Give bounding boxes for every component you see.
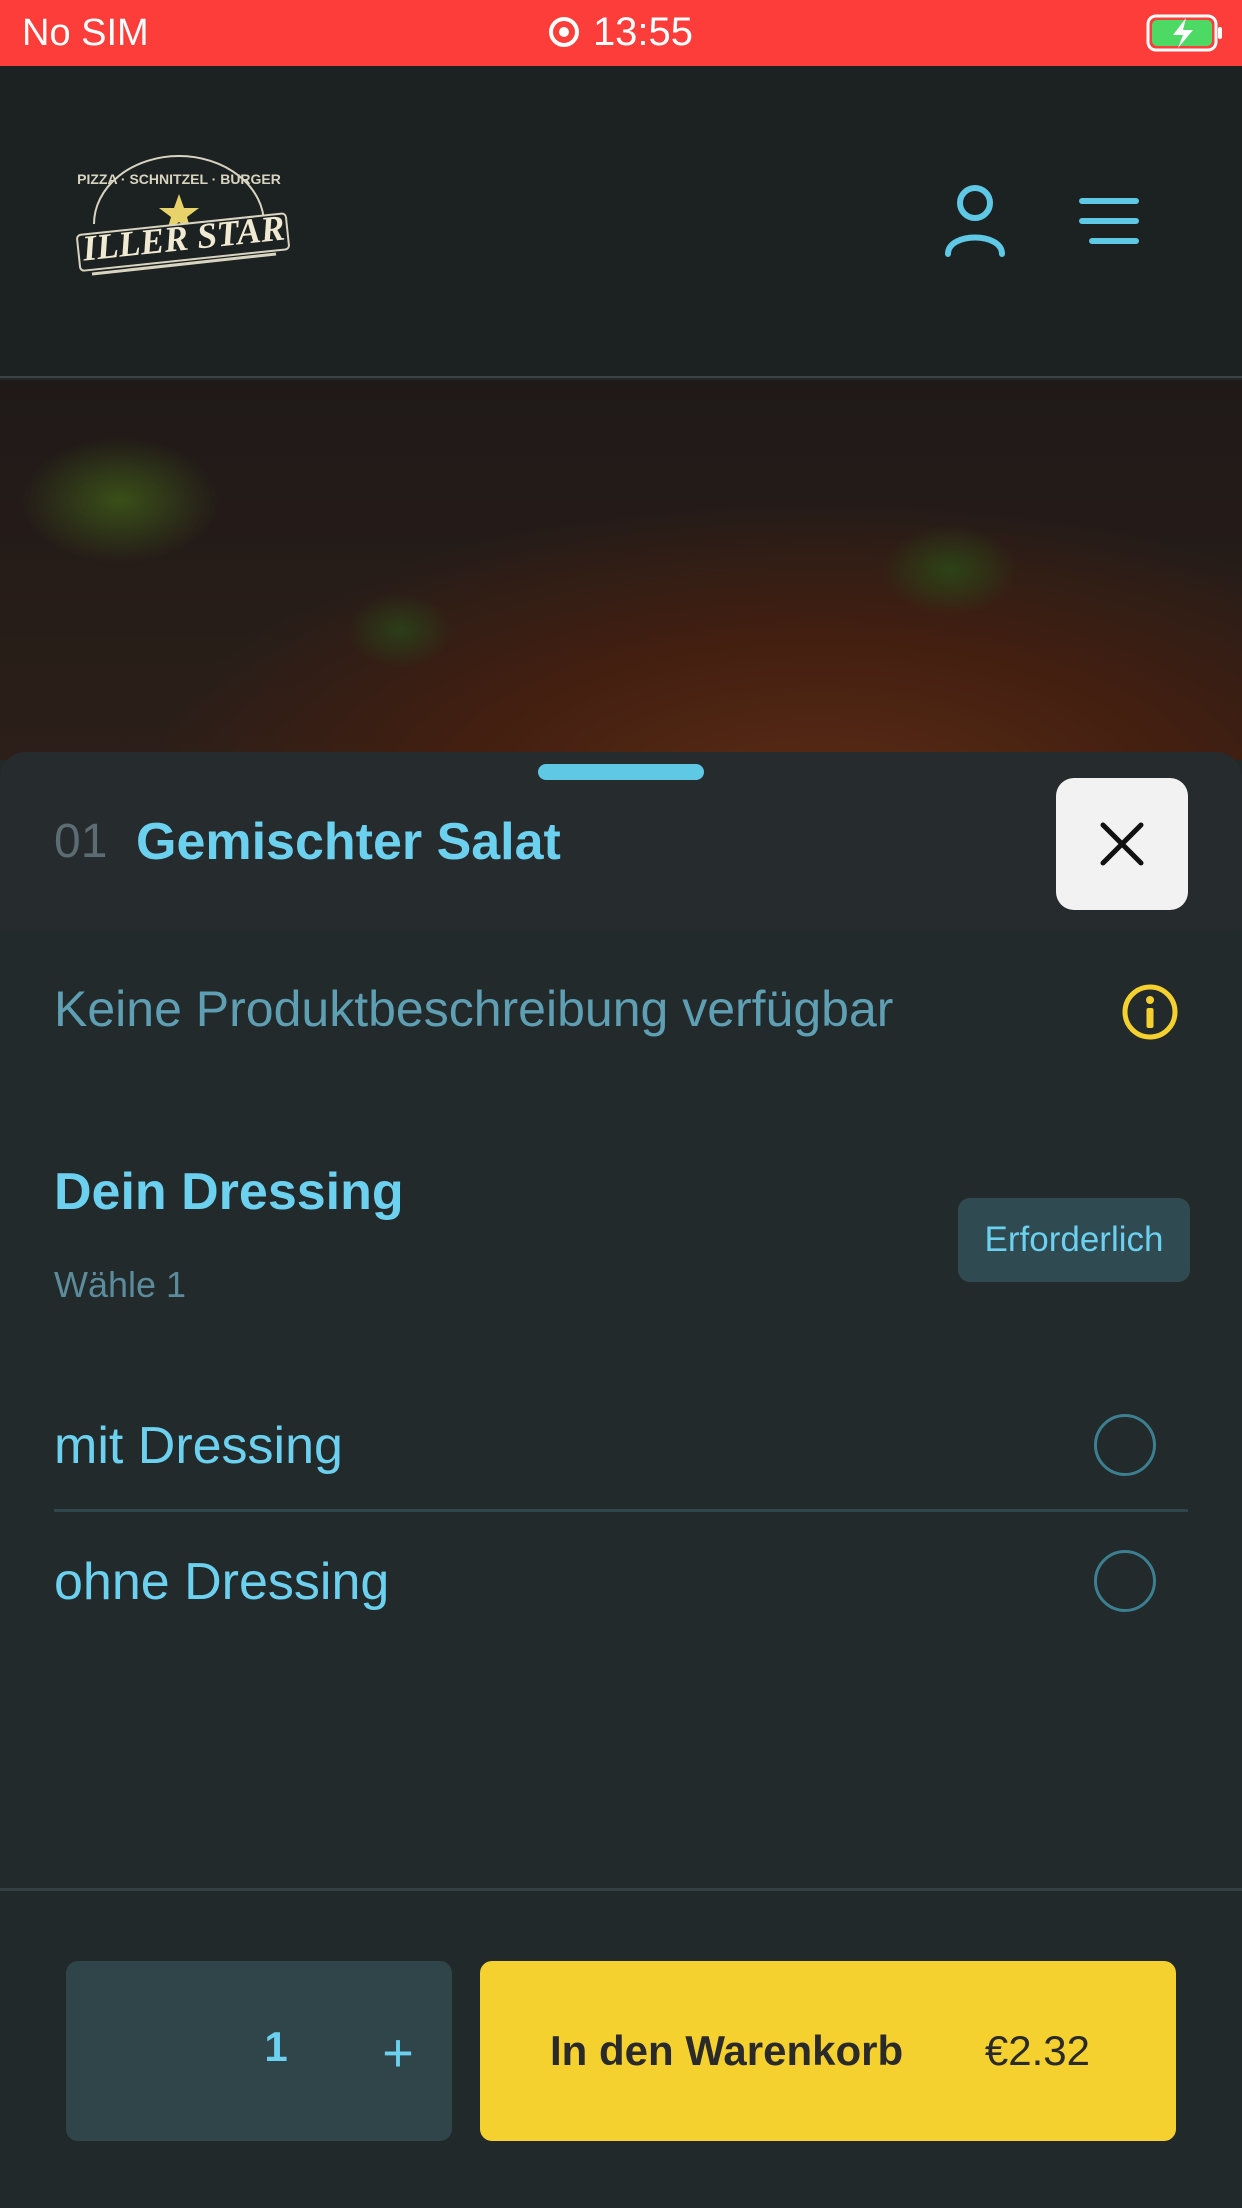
status-bar: No SIM 13:55 — [0, 0, 1242, 66]
option-mit-dressing[interactable]: mit Dressing — [54, 1378, 1188, 1512]
product-number: 01 — [54, 815, 108, 868]
product-description: Keine Produktbeschreibung verfügbar — [54, 981, 894, 1037]
cart-price: €2.32 — [984, 2027, 1090, 2074]
logo-arc-text: PIZZA · SCHNITZEL · BURGER — [77, 171, 281, 187]
add-to-cart-button[interactable]: In den Warenkorb €2.32 — [480, 1961, 1176, 2141]
quantity-value: 1 — [264, 2023, 288, 2070]
menu-button[interactable] — [1064, 176, 1154, 266]
hero-overlay — [0, 380, 1242, 760]
menu-icon — [1079, 198, 1139, 244]
account-button[interactable] — [930, 176, 1020, 266]
increment-button[interactable]: + — [360, 2015, 436, 2091]
user-icon — [945, 185, 1005, 257]
info-icon[interactable] — [1120, 982, 1180, 1042]
hero-pizza-image — [0, 380, 1242, 760]
product-title-bar: 01 Gemischter Salat — [0, 752, 1242, 930]
cart-footer: 1 + In den Warenkorb €2.32 — [0, 1888, 1242, 2208]
radio-button[interactable] — [1094, 1414, 1156, 1476]
option-label: ohne Dressing — [54, 1553, 390, 1611]
close-icon — [1100, 822, 1144, 866]
app-header: PIZZA · SCHNITZEL · BURGER ILLER STAR — [0, 66, 1242, 378]
battery-charging-icon — [1146, 14, 1222, 52]
quantity-stepper: 1 + — [66, 1961, 452, 2141]
option-label: mit Dressing — [54, 1417, 343, 1475]
option-group-subtitle: Wähle 1 — [54, 1264, 187, 1305]
required-badge: Erforderlich — [958, 1198, 1190, 1282]
close-button[interactable] — [1056, 778, 1188, 910]
add-to-cart-label: In den Warenkorb — [550, 2027, 904, 2074]
status-time: 13:55 — [592, 10, 694, 54]
radio-button[interactable] — [1094, 1550, 1156, 1612]
option-group-title: Dein Dressing — [54, 1163, 404, 1221]
status-time-group: 13:55 — [0, 10, 1242, 55]
screen-recording-icon — [548, 17, 579, 47]
product-title: Gemischter Salat — [136, 813, 561, 871]
option-ohne-dressing[interactable]: ohne Dressing — [54, 1514, 1188, 1648]
sheet-drag-handle[interactable] — [538, 764, 704, 780]
iller-star-logo[interactable]: PIZZA · SCHNITZEL · BURGER ILLER STAR — [64, 146, 304, 296]
